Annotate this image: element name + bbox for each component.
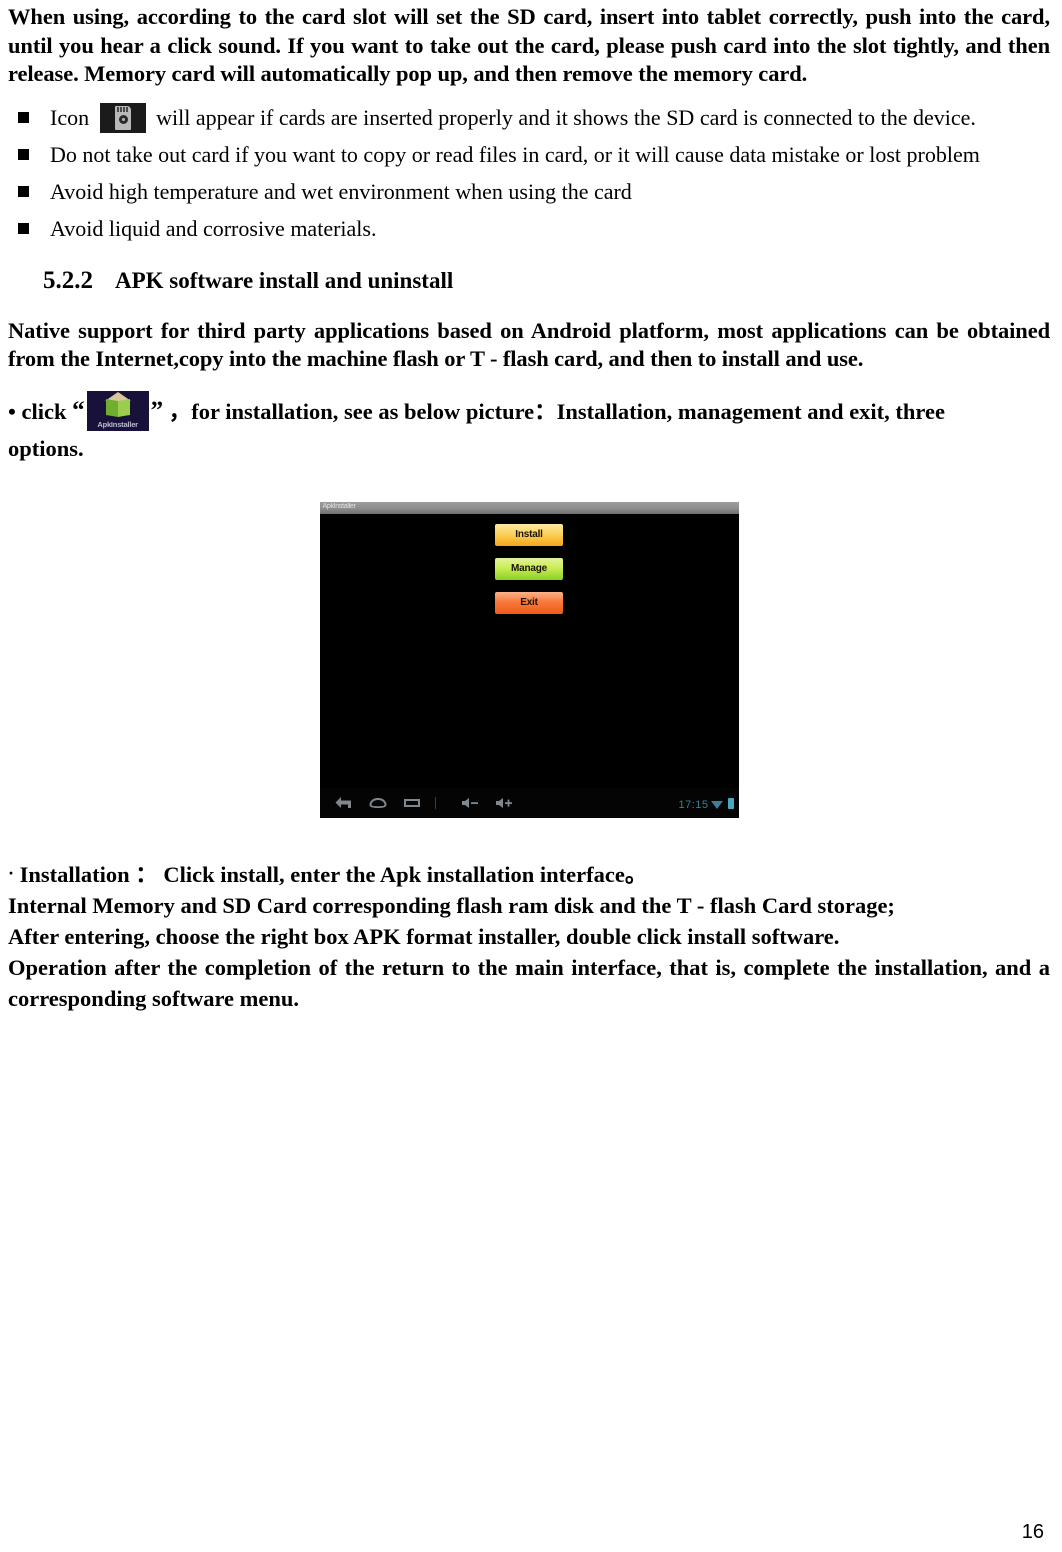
bullet-list: Icon will appear if cards are inserted p… bbox=[8, 99, 1050, 247]
volume-up-icon[interactable] bbox=[494, 796, 514, 810]
list-item: Avoid liquid and corrosive materials. bbox=[8, 210, 1050, 247]
click-instruction-line: • click “ ApkInstaller ” ，for installati… bbox=[8, 390, 1050, 466]
bullet-text: Avoid liquid and corrosive materials. bbox=[50, 215, 377, 241]
recents-icon[interactable] bbox=[402, 796, 422, 810]
operation-line: Operation after the completion of the re… bbox=[8, 954, 1050, 1011]
apk-box-left bbox=[105, 398, 118, 417]
bullet-square-icon bbox=[18, 222, 29, 234]
sd-card-pins bbox=[116, 106, 129, 112]
bullet-text-before: Icon bbox=[50, 104, 90, 130]
install-button[interactable]: Install bbox=[495, 523, 563, 546]
close-quote: ” bbox=[150, 396, 164, 424]
bullet-square-icon bbox=[18, 185, 29, 197]
android-navbar: 17:15 bbox=[319, 787, 739, 818]
section-heading: 5.2.2 APK software install and uninstall bbox=[8, 266, 1050, 296]
document-page: When using, according to the card slot w… bbox=[0, 0, 1062, 1552]
manage-button[interactable]: Manage bbox=[495, 557, 563, 580]
battery-icon bbox=[727, 797, 734, 809]
list-item: Do not take out card if you want to copy… bbox=[8, 136, 1050, 173]
apkinstaller-screenshot: ApkInstaller Install Manage Exit 17:15 bbox=[319, 501, 739, 818]
list-item: Avoid high temperature and wet environme… bbox=[8, 173, 1050, 210]
after-entering-line: After entering, choose the right box APK… bbox=[8, 923, 840, 949]
section-number: 5.2.2 bbox=[43, 266, 93, 294]
click-second-line: options. bbox=[8, 435, 84, 461]
apkinstaller-icon: ApkInstaller bbox=[86, 390, 149, 431]
bullet-square-icon bbox=[18, 111, 29, 123]
bullet-text-after: will appear if cards are inserted proper… bbox=[156, 104, 976, 130]
click-lead: • click bbox=[8, 398, 67, 424]
native-support-paragraph: Native support for third party applicati… bbox=[8, 317, 1050, 372]
bullet-text: Avoid high temperature and wet environme… bbox=[50, 178, 632, 204]
bullet-text: Do not take out card if you want to copy… bbox=[50, 141, 980, 167]
section-title: APK software install and uninstall bbox=[115, 267, 454, 293]
intro-paragraph: When using, according to the card slot w… bbox=[8, 4, 1050, 86]
page-number: 16 bbox=[1021, 1521, 1044, 1543]
screenshot-button-group: Install Manage Exit bbox=[320, 523, 739, 614]
list-item: Icon will appear if cards are inserted p… bbox=[8, 99, 1050, 136]
screenshot-titlebar: ApkInstaller bbox=[319, 501, 739, 514]
apk-box-right bbox=[117, 398, 130, 417]
screenshot-titlebar-text: ApkInstaller bbox=[322, 502, 356, 510]
back-icon[interactable] bbox=[334, 796, 354, 810]
open-quote: “ bbox=[72, 396, 85, 424]
embedded-screenshot-wrapper: ApkInstaller Install Manage Exit 17:15 bbox=[8, 501, 1050, 818]
home-icon[interactable] bbox=[368, 796, 388, 810]
click-after-text: ，for installation, see as below picture：… bbox=[168, 398, 945, 424]
sd-card-icon bbox=[99, 102, 146, 133]
closing-text-block: · Installation ： Click install, enter th… bbox=[8, 858, 1050, 1014]
gear-icon bbox=[118, 114, 128, 124]
exit-button[interactable]: Exit bbox=[495, 591, 563, 614]
installation-line: · Installation ： Click install, enter th… bbox=[8, 858, 1050, 890]
bullet-dot: · bbox=[8, 862, 15, 883]
status-clock: 17:15 bbox=[678, 798, 709, 811]
bullet-square-icon bbox=[18, 148, 29, 160]
wifi-icon bbox=[710, 800, 723, 809]
internal-memory-line: Internal Memory and SD Card correspondin… bbox=[8, 892, 895, 918]
apk-box-shape bbox=[104, 391, 131, 418]
volume-down-icon[interactable] bbox=[460, 796, 480, 810]
apkinstaller-icon-label: ApkInstaller bbox=[97, 419, 138, 429]
installation-line-text: Installation ： Click install, enter the … bbox=[19, 861, 648, 887]
navbar-divider bbox=[434, 796, 436, 809]
